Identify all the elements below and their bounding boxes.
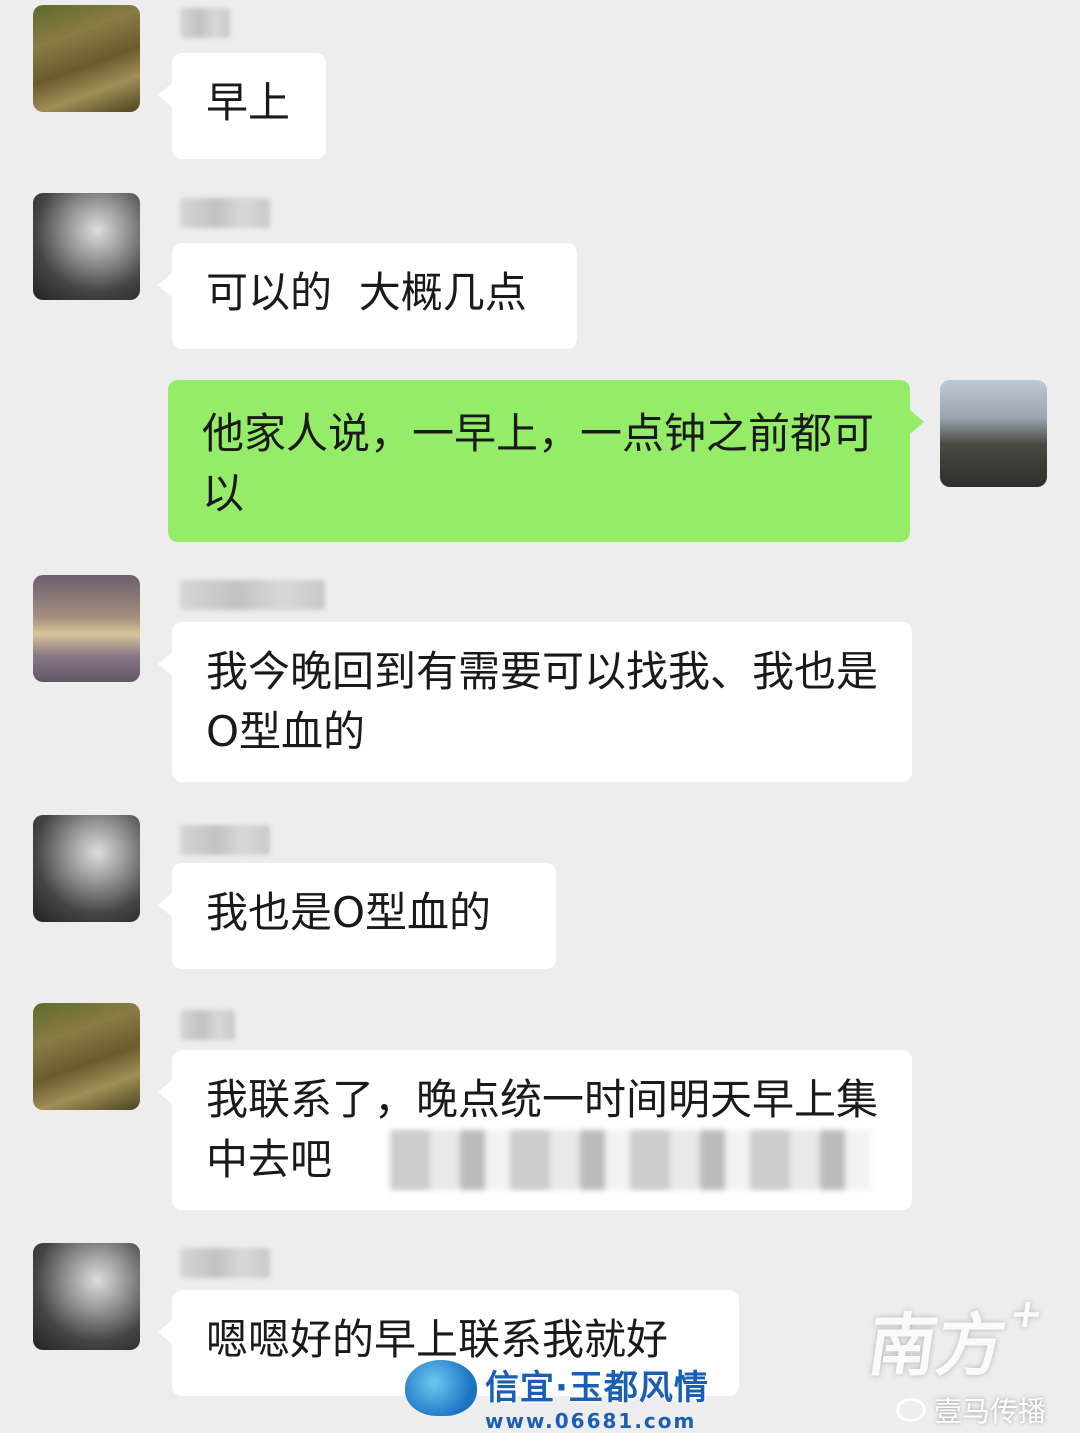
site-watermark-url: www.06681.com — [485, 1409, 697, 1433]
avatar-sender-3[interactable] — [33, 575, 140, 682]
message-bubble-1[interactable]: 早上 — [158, 53, 326, 159]
message-bubble-3[interactable]: 他家人说，一早上，一点钟之前都可以 — [168, 380, 924, 542]
sender-name-blurred — [180, 1010, 235, 1040]
message-text-1: 早上 — [206, 78, 291, 127]
message-text-2: 可以的 大概几点 — [206, 268, 527, 317]
message-text-5: 我也是O型血的 — [206, 888, 492, 937]
avatar-sender-1[interactable] — [33, 1003, 140, 1110]
message-text-4: 我今晚回到有需要可以找我、我也是O型血的 — [206, 647, 879, 756]
wechat-icon — [895, 1398, 926, 1422]
avatar-sender-1[interactable] — [33, 5, 140, 112]
message-text-7: 嗯嗯好的早上联系我就好 — [206, 1315, 669, 1364]
nanfang-plus-watermark: 南方+ — [864, 1290, 1047, 1389]
wechat-account-watermark: 壹马传播 — [895, 1390, 1046, 1430]
site-watermark: 信宜·玉都风情 www.06681.com — [405, 1360, 709, 1433]
cloud-logo-icon — [405, 1360, 477, 1416]
sender-name-blurred — [180, 198, 270, 228]
nanfang-watermark-plus: + — [1006, 1290, 1047, 1337]
message-bubble-2[interactable]: 可以的 大概几点 — [158, 243, 577, 349]
sender-name-blurred — [180, 580, 325, 610]
wechat-account-name: 壹马传播 — [933, 1395, 1046, 1428]
avatar-sender-2[interactable] — [33, 1243, 140, 1350]
message-text-3: 他家人说，一早上，一点钟之前都可以 — [202, 409, 875, 518]
sender-name-blurred — [180, 1248, 270, 1278]
sender-name-blurred — [180, 825, 270, 855]
site-watermark-name: 信宜·玉都风情 — [485, 1368, 709, 1408]
nanfang-watermark-text: 南方 — [863, 1306, 1012, 1386]
avatar-sender-2[interactable] — [33, 193, 140, 300]
sender-name-blurred — [180, 8, 230, 38]
avatar-self[interactable] — [940, 380, 1047, 487]
avatar-sender-2[interactable] — [33, 815, 140, 922]
message-bubble-5[interactable]: 我也是O型血的 — [158, 863, 556, 969]
message-bubble-4[interactable]: 我今晚回到有需要可以找我、我也是O型血的 — [158, 622, 912, 782]
redacted-text-blur — [390, 1130, 870, 1190]
